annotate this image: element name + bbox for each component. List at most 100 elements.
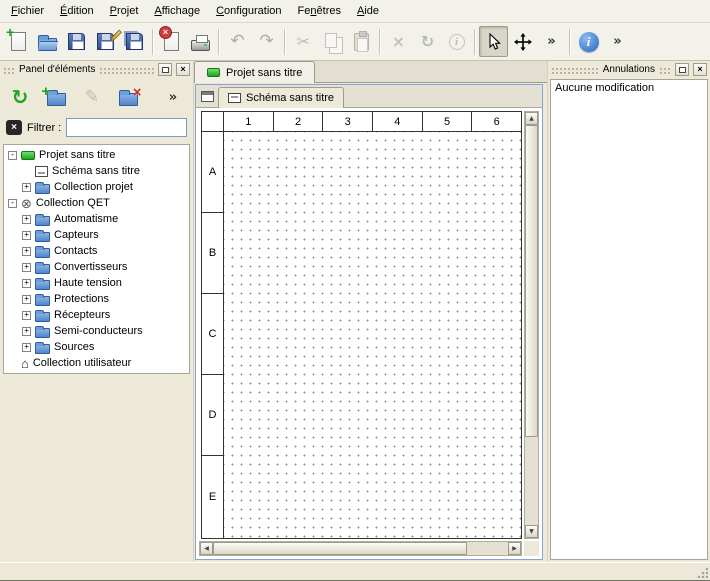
menu-fichier[interactable]: Fichier bbox=[3, 1, 52, 21]
new-element-button[interactable] bbox=[41, 82, 71, 112]
save-as-button[interactable] bbox=[91, 26, 120, 57]
tree-item-protections[interactable]: +Protections bbox=[4, 291, 189, 307]
schema-subwindow: Schéma sans titre 123456 ABCDE bbox=[195, 84, 543, 560]
expand-icon[interactable]: + bbox=[22, 263, 31, 272]
panel-overflow-button[interactable]: » bbox=[158, 82, 188, 112]
filter-input[interactable] bbox=[66, 118, 187, 137]
scroll-right-icon[interactable]: ▶ bbox=[508, 542, 521, 555]
expand-icon[interactable]: + bbox=[22, 247, 31, 256]
tab-project[interactable]: Projet sans titre bbox=[194, 61, 315, 83]
menu-configuration[interactable]: Configuration bbox=[208, 1, 289, 21]
row-header-C: C bbox=[202, 294, 223, 375]
expand-icon[interactable]: + bbox=[22, 295, 31, 304]
tree-item-collection-projet[interactable]: +Collection projet bbox=[4, 179, 189, 195]
about-qet-button[interactable]: i bbox=[574, 26, 603, 57]
folder-icon bbox=[35, 344, 50, 354]
menu-aide[interactable]: Aide bbox=[349, 1, 387, 21]
subwindow-icon[interactable] bbox=[201, 91, 214, 102]
expand-icon[interactable]: + bbox=[22, 327, 31, 336]
horizontal-scroll-track[interactable] bbox=[213, 542, 508, 555]
folder-icon bbox=[35, 328, 50, 338]
collapse-icon[interactable]: - bbox=[8, 199, 17, 208]
float-panel-button[interactable] bbox=[158, 63, 172, 76]
expand-icon[interactable]: + bbox=[22, 183, 31, 192]
menu-bar: FichierÉditionProjetAffichageConfigurati… bbox=[0, 0, 710, 23]
menu-edition[interactable]: Édition bbox=[52, 1, 102, 21]
collapse-icon[interactable]: - bbox=[8, 151, 17, 160]
expand-icon[interactable]: + bbox=[22, 231, 31, 240]
select-tool-button[interactable] bbox=[479, 26, 508, 57]
vertical-scroll-track[interactable] bbox=[525, 125, 538, 525]
move-tool-button[interactable] bbox=[508, 26, 537, 57]
tree-item-contacts[interactable]: +Contacts bbox=[4, 243, 189, 259]
main-toolbar: ↶↷✂×↻i»i» bbox=[0, 23, 710, 61]
save-all-button[interactable] bbox=[120, 26, 149, 57]
expand-icon[interactable]: + bbox=[22, 343, 31, 352]
tree-item-haute-tension[interactable]: +Haute tension bbox=[4, 275, 189, 291]
toolbar-overflow-button[interactable]: » bbox=[537, 26, 566, 57]
menu-projet[interactable]: Projet bbox=[102, 1, 147, 21]
diagram-body: ABCDE bbox=[202, 132, 521, 538]
scroll-left-icon[interactable]: ◀ bbox=[200, 542, 213, 555]
tree-item-semi-conducteurs[interactable]: +Semi-conducteurs bbox=[4, 323, 189, 339]
print-button[interactable] bbox=[186, 26, 215, 57]
dock-grip[interactable] bbox=[551, 66, 599, 74]
page-close-icon bbox=[164, 32, 179, 51]
undo-icon: ↶ bbox=[230, 33, 244, 50]
chevron-icon: » bbox=[547, 35, 555, 48]
tree-item-projet-sans-titre[interactable]: -Projet sans titre bbox=[4, 147, 189, 163]
tree-item-convertisseurs[interactable]: +Convertisseurs bbox=[4, 259, 189, 275]
new-document-button[interactable] bbox=[4, 26, 33, 57]
tree-item-collection-utilisateur[interactable]: ⌂Collection utilisateur bbox=[4, 355, 189, 371]
dock-grip[interactable] bbox=[99, 66, 154, 74]
tree-item-schema-sans-titre[interactable]: Schéma sans titre bbox=[4, 163, 189, 179]
undo-list[interactable]: Aucune modification bbox=[550, 79, 708, 560]
column-header-5: 5 bbox=[423, 112, 473, 131]
close-panel-button[interactable]: × bbox=[176, 63, 190, 76]
dock-grip[interactable] bbox=[659, 66, 671, 74]
folder-icon bbox=[35, 232, 50, 242]
horizontal-scroll-thumb[interactable] bbox=[213, 542, 467, 555]
menu-affichage[interactable]: Affichage bbox=[146, 1, 208, 21]
scroll-up-icon[interactable]: ▲ bbox=[525, 112, 538, 125]
reload-collections-button[interactable]: ↻ bbox=[5, 82, 35, 112]
expand-icon[interactable]: + bbox=[22, 279, 31, 288]
workspace: Projet sans titre Schéma sans titre bbox=[194, 61, 547, 562]
diagram-canvas[interactable] bbox=[224, 132, 521, 538]
vertical-scroll-thumb[interactable] bbox=[525, 125, 538, 437]
schema-tabbar: Schéma sans titre bbox=[196, 85, 542, 108]
tab-schema[interactable]: Schéma sans titre bbox=[218, 87, 344, 108]
scroll-down-icon[interactable]: ▼ bbox=[525, 525, 538, 538]
vertical-scrollbar[interactable]: ▲ ▼ bbox=[524, 111, 539, 539]
tree-item-recepteurs[interactable]: +Récepteurs bbox=[4, 307, 189, 323]
close-file-button[interactable] bbox=[157, 26, 186, 57]
info-blue-icon: i bbox=[579, 32, 599, 52]
toolbar-overflow-button-2[interactable]: » bbox=[603, 26, 632, 57]
resize-grip[interactable] bbox=[696, 566, 708, 578]
tree-item-sources[interactable]: +Sources bbox=[4, 339, 189, 355]
paste-icon bbox=[354, 33, 369, 51]
row-header-A: A bbox=[202, 132, 223, 213]
dock-grip[interactable] bbox=[3, 66, 15, 74]
expand-icon[interactable]: + bbox=[22, 215, 31, 224]
toolbar-separator bbox=[284, 29, 286, 55]
delete-element-button[interactable] bbox=[113, 82, 143, 112]
tree-item-capteurs[interactable]: +Capteurs bbox=[4, 227, 189, 243]
float-panel-button[interactable] bbox=[675, 63, 689, 76]
open-project-button[interactable] bbox=[33, 26, 62, 57]
tree-item-collection-qet[interactable]: -⊗Collection QET bbox=[4, 195, 189, 211]
cut-button: ✂ bbox=[289, 26, 318, 57]
tree-item-label: Collection QET bbox=[36, 197, 110, 209]
diagram-info-button: i bbox=[442, 26, 471, 57]
menu-fenetres[interactable]: Fenêtres bbox=[290, 1, 349, 21]
copy-icon bbox=[325, 33, 337, 48]
save-button[interactable] bbox=[62, 26, 91, 57]
clear-filter-icon[interactable]: × bbox=[6, 120, 22, 135]
tree-item-automatisme[interactable]: +Automatisme bbox=[4, 211, 189, 227]
undo-empty-text: Aucune modification bbox=[555, 82, 654, 94]
close-panel-button[interactable]: × bbox=[693, 63, 707, 76]
expand-icon[interactable]: + bbox=[22, 311, 31, 320]
main-area: Panel d'éléments × ↻✎» × Filtrer : -Proj… bbox=[0, 61, 710, 562]
horizontal-scrollbar[interactable]: ◀ ▶ bbox=[199, 541, 522, 556]
float-icon bbox=[162, 67, 169, 73]
